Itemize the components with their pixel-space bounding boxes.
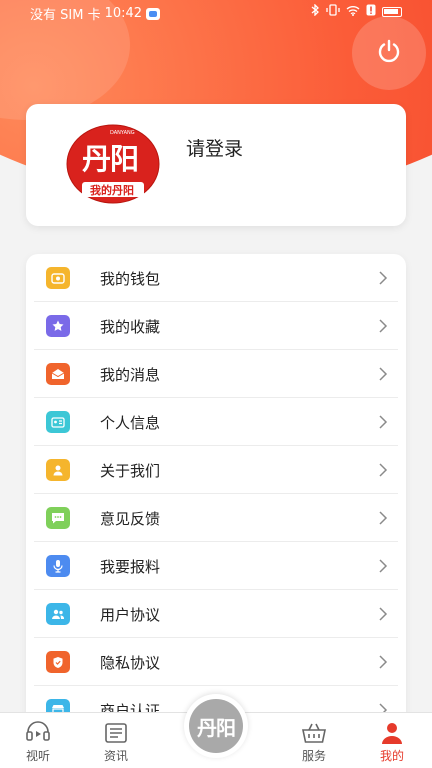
- menu-item-label: 意见反馈: [100, 509, 161, 528]
- tab-services[interactable]: 服务: [284, 713, 344, 768]
- menu-item-wallet[interactable]: 我的钱包: [26, 254, 406, 302]
- home-logo-text: 丹阳: [197, 715, 236, 740]
- tab-mine[interactable]: 我的: [362, 713, 422, 768]
- menu-item-privacy-policy[interactable]: 隐私协议: [26, 638, 406, 686]
- notification-icon: [146, 7, 161, 20]
- tab-home-logo[interactable]: 丹阳: [184, 694, 248, 758]
- logo-subtitle: DANYANG: [110, 130, 135, 136]
- person-icon: [46, 459, 70, 481]
- basket-icon: [301, 721, 327, 745]
- logo-caption: 我的丹阳: [90, 184, 134, 197]
- home-logo-icon: 丹阳: [189, 699, 243, 753]
- menu-item-favorites[interactable]: 我的收藏: [26, 302, 406, 350]
- message-icon: [46, 363, 70, 385]
- menu-item-label: 关于我们: [100, 461, 161, 480]
- chevron-right-icon: [379, 271, 388, 285]
- menu-item-label: 我的钱包: [100, 269, 161, 288]
- shield-icon: [46, 651, 70, 673]
- battery-icon: [382, 6, 402, 17]
- microphone-icon: [46, 555, 70, 577]
- carrier-text: 没有 SIM 卡: [30, 8, 101, 23]
- person-icon: [379, 721, 405, 745]
- logo-mark: 丹阳: [82, 142, 139, 176]
- menu-item-label: 我的收藏: [100, 317, 161, 336]
- login-prompt[interactable]: 请登录: [186, 134, 243, 161]
- chevron-right-icon: [379, 319, 388, 333]
- menu-item-label: 用户协议: [100, 605, 161, 624]
- menu-item-messages[interactable]: 我的消息: [26, 350, 406, 398]
- menu-item-label: 我要报料: [100, 557, 161, 576]
- alert-icon: [366, 4, 376, 19]
- news-icon: [103, 721, 129, 745]
- profile-card[interactable]: 丹阳 DANYANG 我的丹阳 请登录: [26, 104, 406, 226]
- status-right: [311, 3, 402, 19]
- tab-label: 视听: [25, 749, 50, 763]
- menu-list: 我的钱包 我的收藏 我的消息 个人信息 关于我们 意见反馈 我要报料 用户协议 …: [26, 254, 406, 768]
- audio-video-icon: [25, 721, 51, 745]
- menu-item-report[interactable]: 我要报料: [26, 542, 406, 590]
- tab-label: 服务: [301, 749, 326, 763]
- power-icon: [378, 39, 400, 63]
- menu-item-feedback[interactable]: 意见反馈: [26, 494, 406, 542]
- wifi-icon: [346, 5, 360, 19]
- status-left: 没有 SIM 卡 10:42: [30, 4, 161, 23]
- status-bar: 没有 SIM 卡 10:42: [0, 0, 432, 26]
- chevron-right-icon: [379, 367, 388, 381]
- chevron-right-icon: [379, 655, 388, 669]
- tab-label: 资讯: [103, 749, 128, 763]
- tab-label: 我的: [379, 749, 404, 763]
- chevron-right-icon: [379, 415, 388, 429]
- clock: 10:42: [104, 6, 143, 21]
- chevron-right-icon: [379, 607, 388, 621]
- wallet-icon: [46, 267, 70, 289]
- users-icon: [46, 603, 70, 625]
- id-card-icon: [46, 411, 70, 433]
- menu-item-about-us[interactable]: 关于我们: [26, 446, 406, 494]
- menu-item-label: 隐私协议: [100, 653, 161, 672]
- menu-item-personal-info[interactable]: 个人信息: [26, 398, 406, 446]
- chevron-right-icon: [379, 463, 388, 477]
- power-button[interactable]: [374, 36, 404, 66]
- chevron-right-icon: [379, 511, 388, 525]
- tab-news[interactable]: 资讯: [86, 713, 146, 768]
- bluetooth-icon: [311, 3, 320, 19]
- app-logo: 丹阳 DANYANG 我的丹阳: [66, 124, 160, 204]
- tab-audio-video[interactable]: 视听: [8, 713, 68, 768]
- star-icon: [46, 315, 70, 337]
- menu-item-user-agreement[interactable]: 用户协议: [26, 590, 406, 638]
- feedback-icon: [46, 507, 70, 529]
- vibrate-icon: [326, 4, 340, 19]
- chevron-right-icon: [379, 559, 388, 573]
- menu-item-label: 个人信息: [100, 413, 161, 432]
- menu-item-label: 我的消息: [100, 365, 161, 384]
